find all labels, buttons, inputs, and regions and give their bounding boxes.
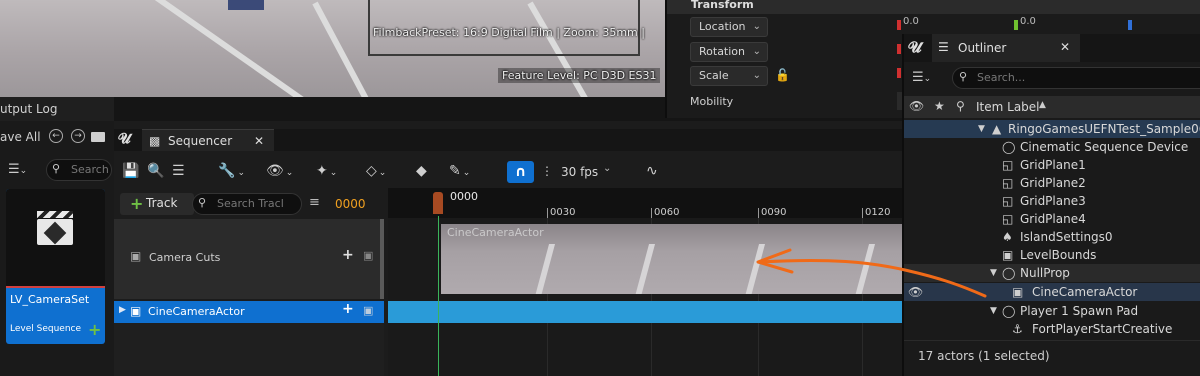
annotation-arrow-line bbox=[758, 258, 987, 298]
annotation-arrow bbox=[756, 248, 987, 298]
